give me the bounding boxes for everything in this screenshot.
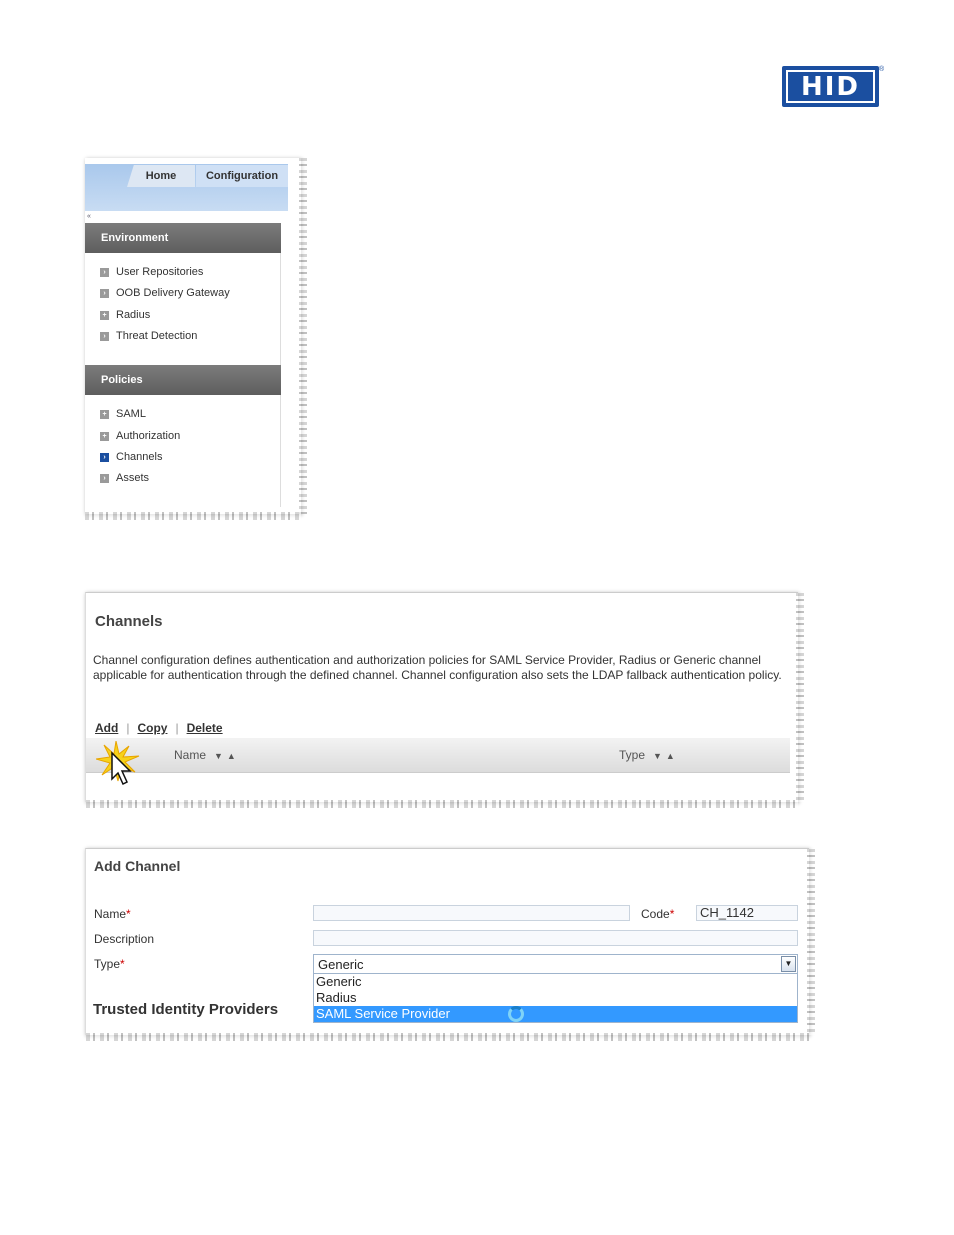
sidebar-item-authorization[interactable]: + Authorization bbox=[100, 430, 180, 442]
separator: | bbox=[126, 721, 130, 735]
column-header-name[interactable]: Name ▼▲ bbox=[174, 748, 240, 762]
tab-home[interactable]: Home bbox=[127, 165, 195, 187]
torn-edge-right bbox=[807, 849, 815, 1035]
sort-icon[interactable]: ▼▲ bbox=[214, 751, 240, 761]
torn-edge-right bbox=[299, 158, 307, 514]
trusted-identity-providers-heading: Trusted Identity Providers bbox=[93, 1001, 279, 1018]
sidebar-item-radius[interactable]: + Radius bbox=[100, 309, 150, 321]
column-header-type[interactable]: Type ▼▲ bbox=[619, 748, 679, 762]
type-select-value: Generic bbox=[318, 957, 364, 972]
navigation-panel: Home Configuration « Environment › User R… bbox=[85, 158, 307, 520]
hid-logo-text: HID bbox=[800, 71, 860, 102]
sidebar-item-saml[interactable]: + SAML bbox=[100, 408, 146, 420]
section-body-policies: + SAML + Authorization › Channels › Assets bbox=[85, 395, 281, 507]
copy-link[interactable]: Copy bbox=[137, 721, 167, 735]
add-channel-title: Add Channel bbox=[94, 858, 181, 874]
expand-icon: › bbox=[100, 288, 109, 298]
add-channel-panel: Add Channel Name* Code* CH_1142 Descript… bbox=[85, 848, 815, 1041]
torn-edge-bottom bbox=[86, 800, 798, 808]
sidebar-item-label: Channels bbox=[116, 451, 163, 463]
code-label: Code* bbox=[641, 907, 674, 921]
section-header-environment[interactable]: Environment bbox=[85, 223, 281, 253]
type-dropdown-list: Generic Radius SAML Service Provider bbox=[313, 974, 798, 1023]
type-label: Type* bbox=[94, 957, 125, 971]
sidebar-item-label: Threat Detection bbox=[116, 330, 198, 342]
channels-panel: Channels Channel configuration defines a… bbox=[85, 592, 804, 808]
channels-title: Channels bbox=[95, 613, 163, 630]
hid-logo-border: HID bbox=[786, 70, 875, 103]
section-body-environment: › User Repositories › OOB Delivery Gateway… bbox=[85, 253, 281, 365]
registered-mark: ® bbox=[879, 66, 885, 73]
sidebar-item-user-repositories[interactable]: › User Repositories bbox=[100, 266, 203, 278]
nav-header-bar: Home Configuration bbox=[85, 158, 288, 211]
tab-home-label: Home bbox=[145, 170, 177, 182]
loading-spinner-icon bbox=[508, 1006, 524, 1022]
torn-edge-right bbox=[796, 593, 804, 802]
type-select[interactable]: Generic ▼ bbox=[313, 954, 798, 974]
dropdown-option-saml-service-provider[interactable]: SAML Service Provider bbox=[314, 1006, 797, 1022]
description-field[interactable] bbox=[313, 930, 798, 946]
expand-icon: › bbox=[100, 331, 109, 341]
required-mark: * bbox=[120, 957, 125, 971]
expand-icon: › bbox=[100, 452, 109, 462]
add-link[interactable]: Add bbox=[95, 721, 118, 735]
torn-edge-bottom bbox=[85, 512, 301, 520]
sidebar-item-oob-delivery-gateway[interactable]: › OOB Delivery Gateway bbox=[100, 287, 230, 299]
name-label-text: Name bbox=[94, 907, 127, 921]
plus-icon: + bbox=[100, 409, 109, 419]
sidebar-item-assets[interactable]: › Assets bbox=[100, 472, 149, 484]
dropdown-option-radius[interactable]: Radius bbox=[314, 990, 797, 1006]
expand-icon: › bbox=[100, 267, 109, 277]
sort-icon[interactable]: ▼▲ bbox=[653, 751, 679, 761]
channel-actions: Add | Copy | Delete bbox=[95, 721, 223, 735]
column-name-label: Name bbox=[174, 748, 207, 762]
click-cursor-icon bbox=[96, 741, 140, 786]
section-header-policies[interactable]: Policies bbox=[85, 365, 281, 395]
channels-description: Channel configuration defines authentica… bbox=[93, 653, 782, 682]
sidebar-item-label: Assets bbox=[116, 472, 150, 484]
plus-icon: + bbox=[100, 310, 109, 320]
code-label-text: Code bbox=[641, 907, 670, 921]
collapse-icon[interactable]: « bbox=[87, 213, 91, 220]
sidebar-item-channels[interactable]: › Channels bbox=[100, 451, 162, 463]
separator: | bbox=[175, 721, 179, 735]
type-label-text: Type bbox=[94, 957, 121, 971]
section-title-policies: Policies bbox=[101, 374, 143, 386]
expand-icon: › bbox=[100, 473, 109, 483]
torn-edge-bottom bbox=[86, 1033, 809, 1041]
name-label: Name* bbox=[94, 907, 131, 921]
sidebar-item-label: User Repositories bbox=[116, 266, 204, 278]
code-field[interactable]: CH_1142 bbox=[696, 905, 798, 921]
sidebar-item-label: Radius bbox=[116, 309, 151, 321]
sidebar-item-label: OOB Delivery Gateway bbox=[116, 287, 230, 299]
dropdown-option-generic[interactable]: Generic bbox=[314, 974, 797, 990]
sidebar-item-label: SAML bbox=[116, 408, 146, 420]
grid-header: Name ▼▲ Type ▼▲ bbox=[86, 738, 790, 773]
sidebar-item-threat-detection[interactable]: › Threat Detection bbox=[100, 330, 197, 342]
name-field[interactable] bbox=[313, 905, 630, 921]
section-title-environment: Environment bbox=[101, 232, 169, 244]
hid-logo: HID bbox=[782, 66, 879, 107]
description-label: Description bbox=[94, 932, 155, 946]
tab-configuration-label: Configuration bbox=[205, 170, 279, 182]
sidebar-item-label: Authorization bbox=[116, 430, 181, 442]
plus-icon: + bbox=[100, 431, 109, 441]
required-mark: * bbox=[669, 907, 675, 921]
column-type-label: Type bbox=[619, 748, 646, 762]
required-mark: * bbox=[126, 907, 131, 921]
chevron-down-icon[interactable]: ▼ bbox=[781, 956, 796, 972]
delete-link[interactable]: Delete bbox=[187, 721, 223, 735]
tab-configuration[interactable]: Configuration bbox=[196, 165, 288, 187]
